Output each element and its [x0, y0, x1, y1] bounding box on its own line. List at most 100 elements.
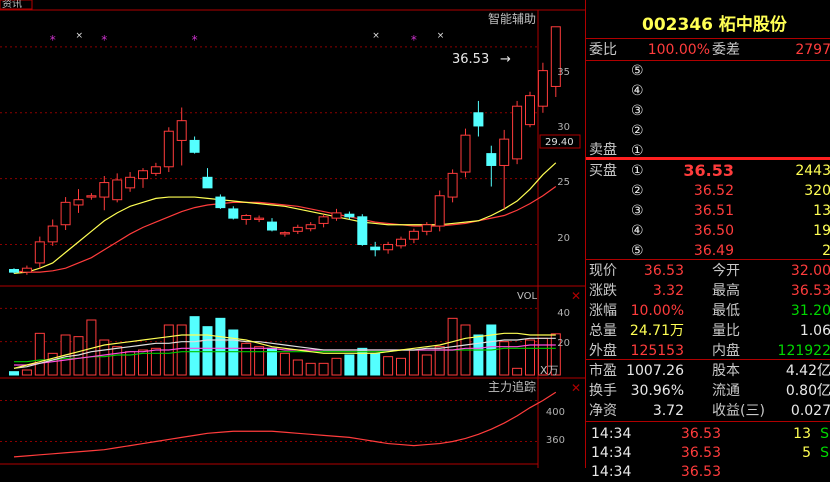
candle-body: [292, 226, 303, 232]
stat-label: 涨跌: [589, 283, 617, 299]
buy-level-volume: 13: [813, 203, 830, 219]
y-tick: 35: [557, 67, 570, 78]
vol-y-tick: 40: [557, 308, 570, 319]
buy-level-row: ① 36.53 2443: [586, 161, 830, 181]
tick-row: 14:34 36.53 13 S: [586, 424, 830, 444]
stat-value: 3.72: [652, 403, 684, 419]
volume-bar: [396, 357, 406, 376]
sell-level-index: ③: [631, 103, 644, 119]
stat-label: 换手: [589, 383, 617, 399]
stat-value: 30.96%: [630, 383, 684, 399]
candle-body: [228, 208, 239, 219]
stat-label: 外盘: [589, 343, 617, 359]
stat-value: 24.71万: [629, 323, 684, 339]
candle-body: [460, 134, 471, 173]
indicator-label[interactable]: 智能辅助: [488, 11, 536, 26]
candle-body: [125, 176, 136, 189]
buy-level-price: 36.52: [693, 183, 734, 199]
buy-level-row: ② 36.52 320: [586, 181, 830, 201]
volume-bar: [383, 356, 394, 376]
candle-body: [254, 217, 265, 220]
candle-body: [331, 212, 342, 219]
stat-value: 1.06: [799, 323, 830, 339]
stat-value: 4.42亿: [785, 363, 830, 379]
candle-body: [163, 130, 174, 168]
candle-body: [21, 267, 32, 273]
buy-level-row: ⑤ 36.49 2: [586, 241, 830, 261]
volume-bar: [112, 346, 123, 376]
candle-body: [370, 246, 381, 251]
sell-level-row: ④: [586, 81, 830, 101]
candle-body: [176, 120, 187, 141]
candle-body: [9, 269, 19, 273]
tick-time: 14:34: [591, 445, 632, 461]
stat-value: 125153: [630, 343, 684, 359]
stat-row: 外盘 125153 内盘 121922: [586, 341, 830, 361]
tick-side: S: [820, 426, 829, 442]
candle-body: [473, 112, 484, 127]
candle-body: [267, 221, 277, 231]
tick-price: 36.53: [680, 426, 721, 442]
close-icon[interactable]: ✕: [571, 289, 581, 303]
vol-y-tick: 20: [557, 338, 570, 349]
stat-row: 净资 3.72 收益(三) 0.027: [586, 401, 830, 421]
candle-body: [34, 241, 45, 264]
buy-level-volume: 2: [822, 243, 830, 259]
stat-label: 收益(三): [712, 403, 765, 419]
close-icon[interactable]: ✕: [571, 381, 581, 395]
stat-row: 涨幅 10.00% 最低 31.20: [586, 301, 830, 321]
info-tab[interactable]: 资讯: [2, 0, 22, 10]
stat-value: 10.00%: [630, 303, 684, 319]
buy-level-volume: 2443: [795, 163, 830, 179]
candle-body: [150, 166, 161, 174]
candle-body: [525, 95, 535, 126]
stock-code-name[interactable]: 002346 柘中股份: [642, 12, 787, 38]
candle-body: [486, 153, 497, 166]
signal-marker: *: [411, 33, 417, 47]
signal-marker: *: [50, 33, 56, 47]
tick-row: 14:34 36.53: [586, 462, 830, 482]
vol-unit: X万: [540, 364, 559, 377]
track-y-tick: 400: [546, 407, 565, 418]
stat-label: 今开: [712, 263, 740, 279]
stat-row: 现价 36.53 今开 32.00: [586, 261, 830, 281]
tick-price: 36.53: [680, 464, 721, 480]
volume-bar: [331, 357, 342, 376]
volume-bar: [228, 329, 239, 376]
volume-bar: [254, 346, 265, 376]
stat-value: 1007.26: [626, 363, 684, 379]
tick-volume: 5: [802, 445, 811, 461]
stat-label: 涨幅: [589, 303, 617, 319]
stat-label: 净资: [589, 403, 617, 419]
stat-value: 0.027: [790, 403, 830, 419]
candle-body: [396, 238, 406, 247]
candle-body: [112, 179, 123, 201]
signal-marker: *: [192, 33, 198, 47]
stat-label: 股本: [712, 363, 740, 379]
volume-bar: [9, 371, 19, 376]
stat-value: 0.80亿: [785, 383, 830, 399]
buy-level-index: ③: [631, 203, 644, 219]
candle-body: [408, 230, 419, 240]
bid-ask-divider: [586, 157, 830, 160]
candle-body: [73, 199, 84, 206]
candle-body: [318, 216, 329, 224]
candle-body: [241, 215, 252, 220]
stat-label: 总量: [589, 323, 617, 339]
volume-bar: [202, 326, 213, 376]
current-price-value: 29.40: [545, 137, 574, 148]
volume-bar: [279, 352, 290, 376]
kline-chart-area[interactable]: * × * * × * × 资讯 智能辅助 VOL 主力追踪 X万 ✕ ✕ 35 30 25…: [0, 0, 585, 468]
stat-label: 最低: [712, 303, 740, 319]
signal-marker: ×: [437, 31, 445, 41]
buy-level-price: 36.53: [683, 161, 734, 180]
candle-body: [60, 201, 71, 226]
buy-level-volume: 320: [804, 183, 830, 199]
volume-bar: [434, 346, 445, 376]
volume-bar: [176, 324, 187, 376]
tick-volume: 13: [793, 426, 811, 442]
volume-bar: [473, 334, 484, 376]
volume-bar: [318, 362, 329, 376]
weibi-row: 委比 100.00% 委差 2797: [586, 40, 830, 60]
volume-bar: [47, 352, 58, 376]
